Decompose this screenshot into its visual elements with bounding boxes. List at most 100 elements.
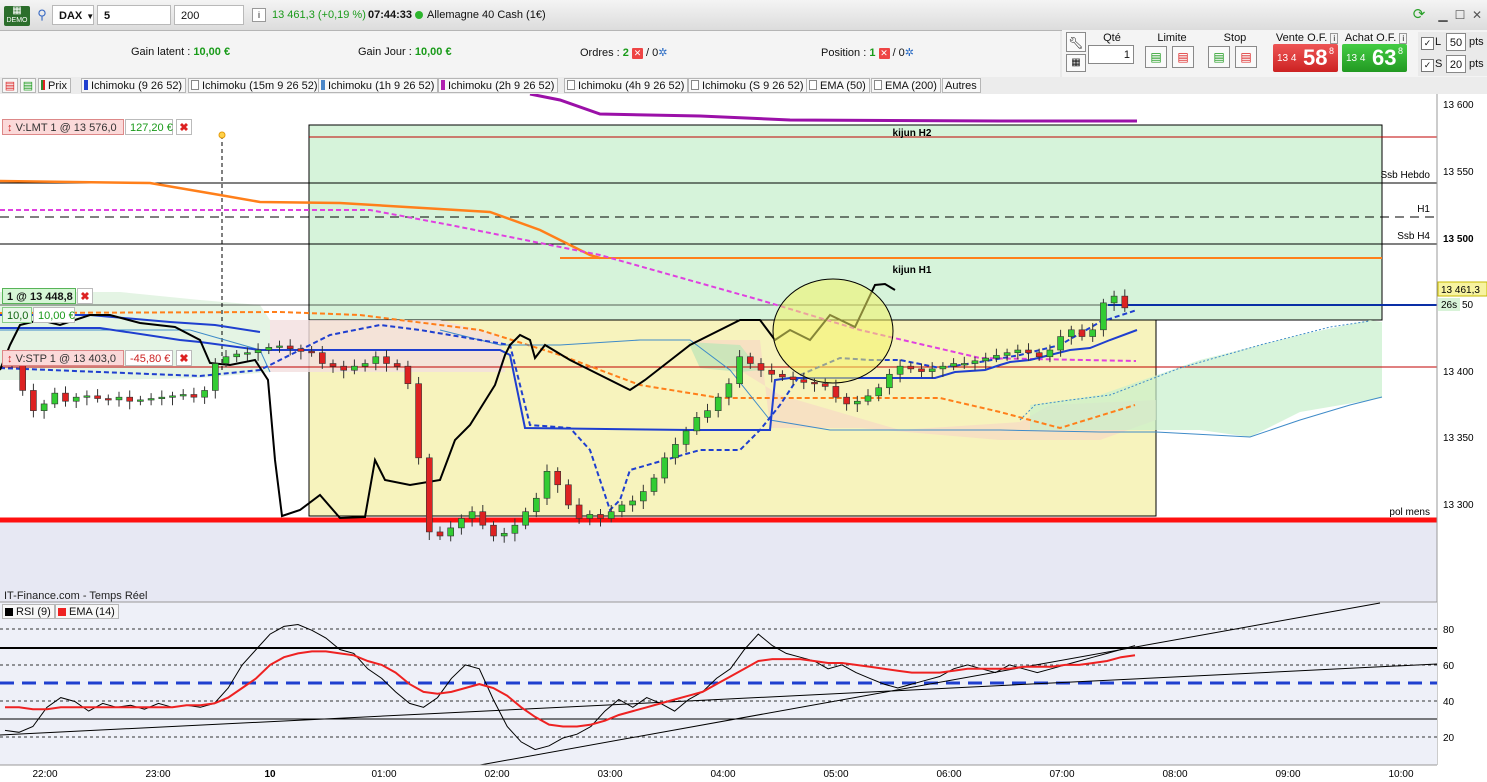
remove-icon[interactable]: ▤ — [2, 78, 18, 93]
candle — [126, 396, 133, 402]
gear-icon[interactable]: ✲ — [658, 46, 667, 59]
refresh-icon[interactable]: ⟳ — [1410, 6, 1428, 24]
candle — [340, 365, 348, 371]
demo-icon[interactable]: ▦ DEMO — [4, 6, 30, 26]
candle — [779, 373, 786, 378]
candle — [94, 395, 101, 399]
candle — [137, 399, 144, 402]
stop-buy-button[interactable]: ▤ — [1208, 46, 1230, 68]
limit-order-tag[interactable]: ↕ V:LMT 1 @ 13 576,0 — [2, 119, 124, 135]
candle — [554, 470, 562, 486]
s-input[interactable]: 20 — [1446, 55, 1466, 73]
price-chart[interactable]: kijun H2 kijun H1 Ssb Hebdo H1 Ssb H4 po… — [0, 94, 1487, 782]
candle — [682, 430, 690, 445]
limite-label: Limite — [1157, 32, 1187, 44]
l-label: L — [1435, 36, 1442, 48]
account-info-bar: Gain latent : 10,00 € Gain Jour : 10,00 … — [0, 31, 1060, 77]
candle — [928, 368, 936, 372]
stop-sell-button[interactable]: ▤ — [1235, 46, 1257, 68]
ind-ichimoku-2h[interactable]: Ichimoku (2h 9 26 52) — [438, 78, 559, 93]
candle — [714, 396, 722, 411]
indicator-bar: ▤ ▤ Prix Ichimoku (9 26 52) Ichimoku (15… — [0, 77, 1487, 94]
add-icon[interactable]: ▤ — [20, 78, 36, 93]
ind-ichimoku-s[interactable]: Ichimoku (S 9 26 52) — [688, 78, 808, 93]
stop-label: Stop — [1223, 32, 1247, 44]
limit-buy-button[interactable]: ▤ — [1145, 46, 1167, 68]
candle — [950, 363, 957, 367]
timeframe-select[interactable]: 5 minutes▼ — [97, 5, 171, 42]
candle — [522, 511, 529, 526]
candle — [1035, 352, 1043, 358]
time-tick: 05:00 — [823, 769, 848, 780]
limit-order-pnl: 127,20 € — [125, 119, 173, 135]
candle — [500, 532, 508, 537]
l-input[interactable]: 50 — [1446, 33, 1466, 51]
candle — [1121, 295, 1129, 309]
units-select[interactable]: 200 unités▼ — [174, 5, 244, 42]
ind-ichimoku[interactable]: Ichimoku (9 26 52) — [81, 78, 187, 93]
swatch — [84, 80, 88, 90]
position-tag[interactable]: 1 @ 13 448,8 — [2, 288, 76, 304]
candle — [265, 347, 273, 351]
close-position-icon[interactable]: ✕ — [878, 48, 890, 59]
ind-rsi[interactable]: RSI (9) — [2, 604, 55, 619]
rsi-tick: 60 — [1443, 661, 1455, 672]
candle — [693, 417, 701, 432]
limit-sell-button[interactable]: ▤ — [1172, 46, 1194, 68]
cancel-limit-icon[interactable]: ✖ — [176, 119, 192, 135]
cancel-stop-icon[interactable]: ✖ — [176, 350, 192, 366]
ind-ema-200[interactable]: EMA (200) — [871, 78, 941, 93]
sell-price-button[interactable]: 13 4 58 8 — [1273, 44, 1338, 72]
ind-autres[interactable]: Autres — [942, 78, 981, 93]
candle — [190, 394, 198, 398]
ind-ichimoku-1h[interactable]: Ichimoku (1h 9 26 52) — [318, 78, 439, 93]
info-icon[interactable]: i — [252, 8, 266, 22]
ind-ichimoku-4h[interactable]: Ichimoku (4h 9 26 52) — [564, 78, 689, 93]
minimize-icon[interactable]: ▁ — [1436, 8, 1450, 22]
candle — [607, 511, 615, 519]
ind-ema-50[interactable]: EMA (50) — [806, 78, 870, 93]
time-tick: 23:00 — [145, 769, 170, 780]
symbol-select[interactable]: DAX ▼ — [52, 5, 94, 25]
ind-prix[interactable]: Prix — [38, 78, 71, 93]
kijun-h2-label: kijun H2 — [893, 128, 932, 139]
candle — [276, 345, 283, 348]
vente-label: Vente O.F. i — [1273, 32, 1341, 44]
candle — [597, 514, 604, 519]
keypad-icon[interactable]: ▦ — [1066, 54, 1086, 72]
candle — [479, 511, 487, 526]
link-icon[interactable]: ⚲ — [35, 5, 49, 25]
ind-rsi-ema[interactable]: EMA (14) — [55, 604, 119, 619]
stop-order-tag[interactable]: ↕ V:STP 1 @ 13 403,0 — [2, 350, 124, 366]
data-source-label: IT-Finance.com - Temps Réel — [4, 590, 148, 602]
candle — [468, 511, 476, 519]
s-checkbox[interactable]: ✓ — [1421, 59, 1434, 72]
time-tick: 03:00 — [597, 769, 622, 780]
wrench-icon[interactable]: 🔧︎ — [1066, 32, 1086, 52]
ssb-h4-label: Ssb H4 — [1397, 231, 1430, 242]
achat-label: Achat O.F. i — [1342, 32, 1410, 44]
close-position-icon[interactable]: ✖ — [77, 288, 93, 304]
candle — [565, 484, 572, 506]
candle — [393, 363, 401, 367]
qty-input[interactable]: 1 — [1088, 45, 1134, 64]
candle — [907, 365, 915, 370]
ind-ichimoku-15m[interactable]: Ichimoku (15m 9 26 52) — [188, 78, 322, 93]
buy-price-button[interactable]: 13 4 63 8 — [1342, 44, 1407, 72]
candle — [415, 383, 422, 459]
gear-icon[interactable]: ✲ — [905, 46, 914, 59]
close-icon[interactable]: ✕ — [1470, 8, 1484, 22]
candle — [511, 524, 519, 534]
candle — [672, 444, 679, 459]
candle — [1025, 349, 1032, 354]
candle — [661, 457, 669, 479]
cloud-pink — [270, 320, 505, 372]
candle — [725, 383, 733, 398]
time-tick: 01:00 — [371, 769, 396, 780]
cancel-orders-icon[interactable]: ✕ — [631, 48, 643, 59]
l-checkbox[interactable]: ✓ — [1421, 37, 1434, 50]
maximize-icon[interactable]: ☐ — [1453, 8, 1467, 22]
candle — [212, 363, 219, 391]
candle — [383, 356, 390, 364]
time-tick: 08:00 — [1162, 769, 1187, 780]
